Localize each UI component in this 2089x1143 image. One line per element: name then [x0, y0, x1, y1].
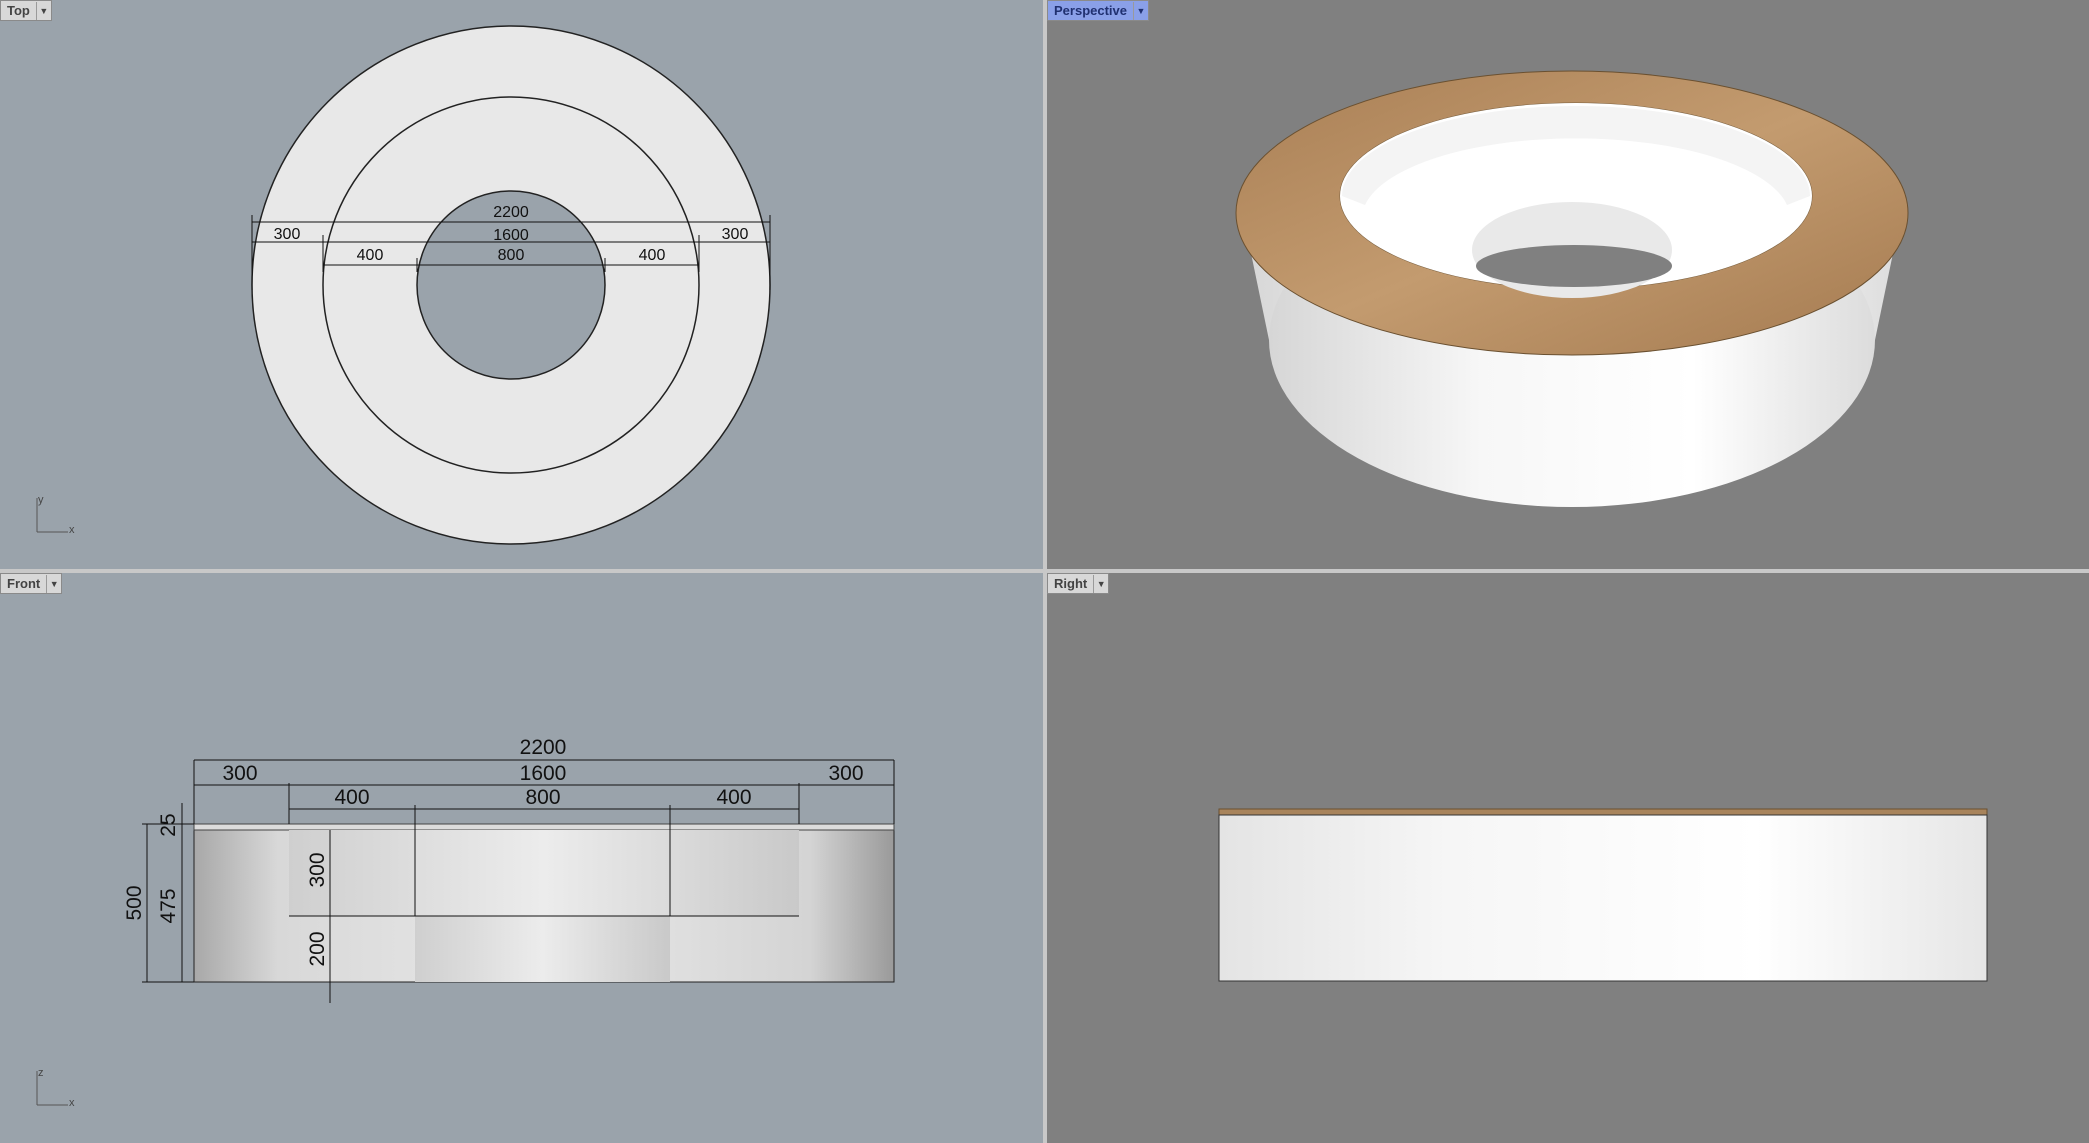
dim-front-inner: 800 [525, 786, 560, 809]
dim-front-lower-step: 200 [306, 931, 329, 966]
dim-front-upper-step: 300 [306, 852, 329, 887]
axis-x-label: x [69, 524, 75, 536]
dim-top-right-mid: 400 [639, 247, 666, 264]
front-lip [193, 823, 895, 831]
front-view-drawing: 2200 1600 800 300 300 400 400 500 25 475… [36, 736, 895, 1109]
dim-top-inner: 800 [498, 247, 525, 264]
dim-top-right-outer: 300 [722, 226, 749, 243]
viewport-tab-label: Right [1054, 576, 1088, 591]
axis-x-label: x [69, 1097, 75, 1109]
right-body [1218, 814, 1988, 982]
top-view-drawing: 2200 1600 800 300 300 400 400 y x [36, 25, 771, 545]
dim-front-overall: 2200 [520, 736, 567, 759]
front-upper-cavity [289, 830, 799, 916]
dropdown-arrow-icon[interactable]: ▼ [1133, 1, 1148, 20]
viewport-tab-perspective[interactable]: Perspective ▼ [1047, 0, 1149, 21]
dim-top-middle: 1600 [493, 227, 529, 244]
center-hole [1476, 245, 1672, 287]
dropdown-arrow-icon[interactable]: ▼ [46, 574, 61, 593]
axis-z-label: z [38, 1067, 44, 1079]
viewport-tab-label: Front [7, 576, 41, 591]
dim-front-lip: 25 [157, 813, 180, 836]
dim-front-body-height: 475 [157, 888, 180, 923]
dim-front-left-mid: 400 [334, 786, 369, 809]
dim-front-middle: 1600 [520, 762, 567, 785]
viewport-perspective[interactable]: Perspective ▼ [1047, 0, 2089, 569]
right-view-render [1218, 808, 1988, 982]
dim-front-right-mid: 400 [716, 786, 751, 809]
dim-front-total-height: 500 [123, 885, 146, 920]
perspective-render [1235, 70, 1909, 507]
right-wood-top [1218, 808, 1988, 816]
dim-front-left-outer: 300 [222, 762, 257, 785]
axis-y-label: y [38, 494, 44, 506]
viewport-top[interactable]: Top ▼ 2200 1600 800 300 300 400 400 y x [0, 0, 1043, 569]
viewport-front[interactable]: Front ▼ 2200 1600 800 300 300 400 400 50… [0, 573, 1043, 1143]
viewport-tab-label: Top [7, 3, 30, 18]
dim-front-right-outer: 300 [828, 762, 863, 785]
viewport-tab-front[interactable]: Front ▼ [0, 573, 63, 594]
viewport-tab-top[interactable]: Top ▼ [0, 0, 52, 21]
dim-top-overall: 2200 [493, 204, 529, 221]
front-lower-cavity [415, 916, 670, 982]
dropdown-arrow-icon[interactable]: ▼ [35, 1, 51, 20]
dropdown-arrow-icon[interactable]: ▼ [1093, 574, 1108, 593]
viewport-tab-right[interactable]: Right ▼ [1047, 573, 1110, 594]
viewport-right[interactable]: Right ▼ [1047, 573, 2089, 1143]
viewport-tab-label: Perspective [1054, 3, 1127, 18]
dim-top-left-mid: 400 [357, 247, 384, 264]
dim-top-left-outer: 300 [274, 226, 301, 243]
